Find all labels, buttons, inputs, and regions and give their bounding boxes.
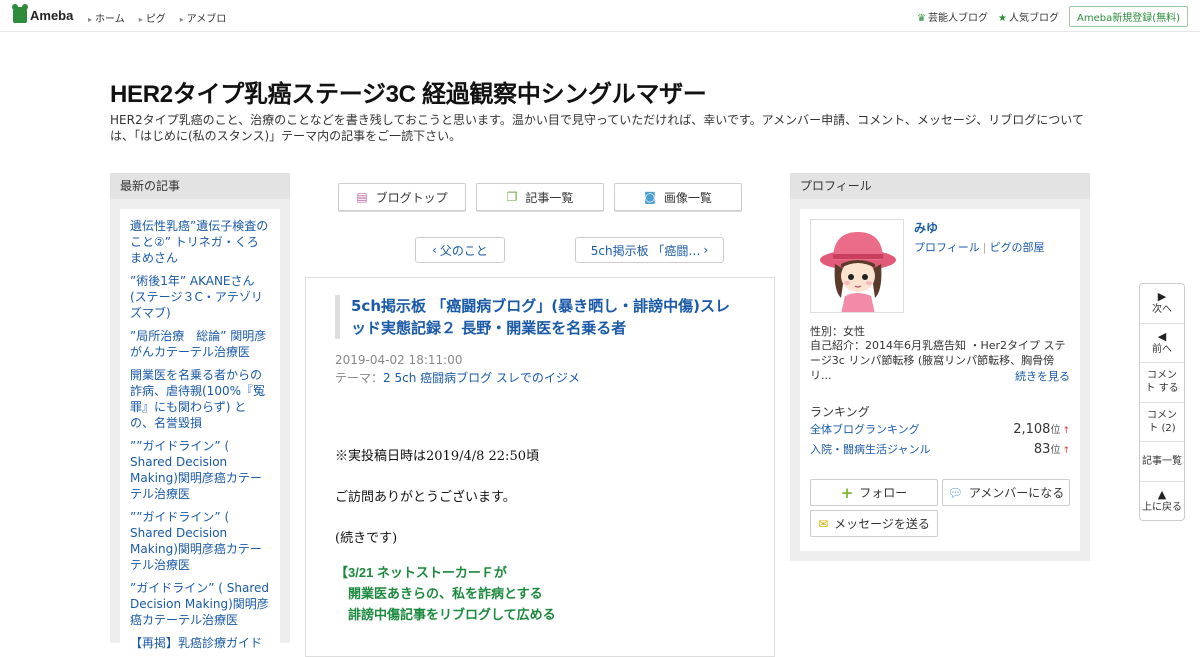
- amember-button[interactable]: 💬︎ アメンバーになる: [942, 479, 1070, 506]
- play-left-icon: ◀: [1157, 329, 1167, 343]
- celebrity-blog-link[interactable]: ♛ 芸能人ブログ: [917, 9, 988, 24]
- recent-article-link[interactable]: 開業医を名乗る者からの詐病、虐待親(100%『冤罪』にも関わらず) との、名誉毀…: [130, 367, 270, 431]
- next-article-button[interactable]: 5ch掲示板 「癌闘… ›: [575, 237, 724, 263]
- logo-text: Ameba: [30, 7, 74, 23]
- recent-article-link[interactable]: 【再掲】乳癌診療ガイドライン2018年版 病理診断: [130, 635, 270, 649]
- arrow-up-icon: ↑: [1062, 426, 1070, 436]
- recent-articles-heading: 最新の記事: [110, 173, 290, 199]
- ranking-row: 全体ブログランキング 2,108位 ↑: [810, 421, 1070, 437]
- profile-link[interactable]: プロフィール: [914, 241, 980, 254]
- chevron-right-icon: ▸: [179, 15, 184, 24]
- nav-item-home[interactable]: ▸ ホーム: [88, 10, 125, 25]
- recent-articles-list: 遺伝性乳癌”遺伝子検査のこと②” トリネガ・くろまめさん ”術後1年” AKAN…: [120, 209, 280, 649]
- recent-article-link[interactable]: ””ガイドライン” ( Shared Decision Making)関明彦癌カ…: [130, 438, 270, 502]
- comments-count-button[interactable]: コメント (2): [1140, 403, 1184, 442]
- triangle-up-icon: ▲: [1157, 488, 1167, 502]
- body-paragraph: ※実投稿日時は2019/4/8 22:50頃: [335, 449, 539, 464]
- ranking-row: 入院・闘病生活ジャンル 83位 ↑: [810, 441, 1070, 457]
- profile-box: みゆ プロフィール | ピグの部屋 性別：女性 自己紹介：2014年6月乳癌告知 ・…: [800, 209, 1080, 551]
- nav-item-pig[interactable]: ▸ ピグ: [139, 10, 166, 25]
- image-list-button[interactable]: ◙ 画像一覧: [614, 183, 742, 211]
- profile-name[interactable]: みゆ: [914, 219, 938, 236]
- body-paragraph: ご訪問ありがとうございます。: [335, 490, 516, 505]
- ameba-logo[interactable]: Ameba: [12, 4, 74, 23]
- ranking-label[interactable]: 入院・闘病生活ジャンル: [810, 441, 930, 457]
- next-nav-button[interactable]: ▶ 次へ: [1140, 284, 1184, 324]
- ameba-frog-icon: [12, 4, 28, 23]
- follow-button[interactable]: + フォロー: [810, 479, 938, 506]
- avatar-image: [811, 220, 903, 312]
- copy-icon: ❐: [506, 190, 518, 204]
- write-comment-button[interactable]: コメント する: [1140, 363, 1184, 403]
- article: 5ch掲示板 「癌闘病ブログ」(暴き晒し・誹謗中傷)スレッド実態記録２ 長野・開…: [305, 277, 775, 657]
- blog-top-button[interactable]: ▤ ブログトップ: [338, 183, 466, 211]
- nav-item-ameblo[interactable]: ▸ アメブロ: [180, 10, 227, 25]
- document-icon: ▤: [356, 190, 368, 204]
- prev-article-button[interactable]: ‹ 父のこと: [415, 237, 505, 263]
- plus-icon: +: [840, 483, 854, 502]
- highlighted-text: 【3/21 ネットストーカーＦが 開業医あきらの、私を詐病とする 誹謗中傷記事を…: [335, 565, 556, 622]
- recent-articles-panel: 最新の記事 遺伝性乳癌”遺伝子検査のこと②” トリネガ・くろまめさん ”術後1年…: [110, 173, 290, 649]
- back-to-top-button[interactable]: ▲ 上に戻る: [1140, 482, 1184, 521]
- prev-nav-button[interactable]: ◀ 前へ: [1140, 324, 1184, 363]
- chevron-right-icon: ▸: [88, 15, 93, 24]
- article-list-button[interactable]: ❐ 記事一覧: [476, 183, 604, 211]
- profile-links: プロフィール | ピグの部屋: [914, 241, 1045, 254]
- envelope-icon: ✉: [818, 516, 829, 531]
- chevron-right-icon: ›: [703, 243, 709, 257]
- star-icon: ★: [998, 13, 1007, 24]
- article-date: 2019-04-02 18:11:00: [335, 353, 463, 367]
- main-content: ▤ ブログトップ ❐ 記事一覧 ◙ 画像一覧 ‹ 父のこと 5ch掲示板 「癌闘…: [305, 173, 775, 657]
- profile-gender: 性別：女性: [810, 325, 865, 338]
- arrow-up-icon: ↑: [1062, 446, 1070, 456]
- floating-side-nav: ▶ 次へ ◀ 前へ コメント する コメント (2) 記事一覧 ▲ 上に戻る: [1139, 283, 1185, 521]
- register-button[interactable]: Ameba新規登録(無料): [1068, 6, 1188, 27]
- read-more-link[interactable]: 続きを見る: [1015, 368, 1070, 384]
- recent-article-link[interactable]: 遺伝性乳癌”遺伝子検査のこと②” トリネガ・くろまめさん: [130, 218, 270, 266]
- ranking-heading: ランキング: [810, 405, 870, 419]
- article-theme: テーマ：2 5ch 癌闘病ブログ スレでのイジメ: [335, 371, 580, 385]
- chevron-left-icon: ‹: [432, 243, 437, 257]
- article-body: ※実投稿日時は2019/4/8 22:50頃 ご訪問ありがとうございます。 (続…: [335, 445, 745, 625]
- pig-room-link[interactable]: ピグの部屋: [990, 241, 1045, 254]
- theme-link[interactable]: 2 5ch 癌闘病ブログ スレでのイジメ: [383, 371, 580, 385]
- body-paragraph: (続きです): [335, 531, 398, 546]
- play-right-icon: ▶: [1157, 290, 1167, 304]
- profile-panel: プロフィール みゆ プロフィール | ピグの部屋 性別：女性 自己紹介：2014…: [790, 173, 1090, 561]
- article-list-nav-button[interactable]: 記事一覧: [1140, 442, 1184, 482]
- profile-heading: プロフィール: [790, 173, 1090, 199]
- recent-article-link[interactable]: ””ガイドライン” ( Shared Decision Making)関明彦癌カ…: [130, 509, 270, 573]
- crown-icon: ♛: [917, 13, 927, 24]
- top-nav: ▸ ホーム ▸ ピグ ▸ アメブロ: [88, 10, 226, 25]
- top-bar: Ameba ▸ ホーム ▸ ピグ ▸ アメブロ ♛ 芸能人ブログ ★ 人気ブログ Ameb…: [0, 0, 1200, 32]
- camera-icon: ◙: [644, 190, 656, 204]
- popular-blog-link[interactable]: ★ 人気ブログ: [998, 9, 1059, 24]
- article-title[interactable]: 5ch掲示板 「癌闘病ブログ」(暴き晒し・誹謗中傷)スレッド実態記録２ 長野・開…: [335, 295, 735, 339]
- recent-article-link[interactable]: ”術後1年” AKANEさん (ステージ３C・アテゾリズマブ): [130, 273, 270, 321]
- ranking-label[interactable]: 全体ブログランキング: [810, 421, 920, 437]
- recent-article-link[interactable]: ”局所治療 総論” 関明彦がんカテーテル治療医: [130, 328, 270, 360]
- chat-bubble-icon: 💬︎: [947, 485, 963, 500]
- recent-article-link[interactable]: ”ガイドライン” ( Shared Decision Making)関明彦癌カテ…: [130, 580, 270, 628]
- top-right-links: ♛ 芸能人ブログ ★ 人気ブログ Ameba新規登録(無料): [917, 6, 1188, 27]
- blog-title[interactable]: HER2タイプ乳癌ステージ3C 経過観察中シングルマザー: [110, 74, 707, 109]
- avatar[interactable]: [810, 219, 904, 313]
- send-message-button[interactable]: ✉ メッセージを送る: [810, 510, 938, 537]
- chevron-right-icon: ▸: [138, 15, 143, 24]
- blog-description: HER2タイプ乳癌のこと、治療のことなどを書き残しておこうと思います。温かい目で…: [110, 113, 1084, 143]
